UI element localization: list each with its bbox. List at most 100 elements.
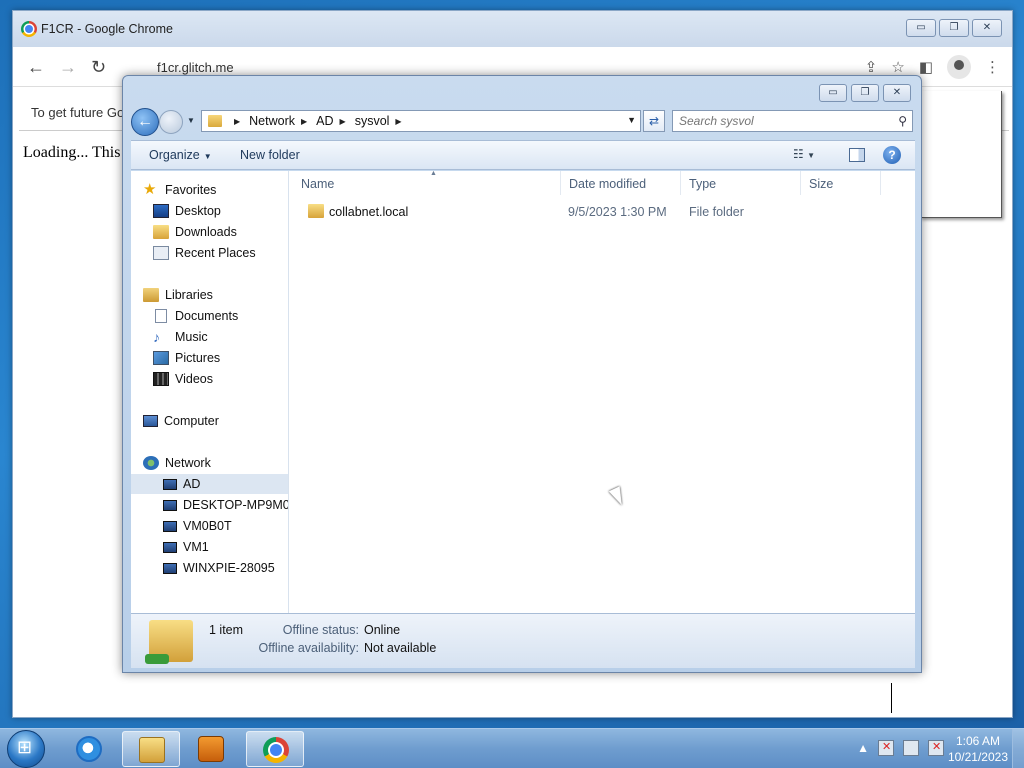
- url-text[interactable]: f1cr.glitch.me: [157, 60, 234, 75]
- computer-icon: [143, 415, 158, 427]
- breadcrumb-label: Network: [249, 114, 295, 128]
- back-arrow-icon[interactable]: ←: [27, 57, 45, 78]
- nav-computer[interactable]: Computer: [143, 411, 219, 431]
- network-tray-icon[interactable]: [903, 740, 919, 756]
- offline-status-value: Online: [364, 623, 401, 637]
- network-computer-icon: [163, 499, 177, 511]
- column-header-name[interactable]: Name ▲: [293, 170, 561, 195]
- nav-network-ad[interactable]: AD: [131, 474, 288, 494]
- volume-muted-icon[interactable]: [928, 740, 944, 756]
- search-input[interactable]: [679, 111, 889, 131]
- offline-availability-label: Offline availability:: [258, 641, 359, 655]
- side-panel-icon[interactable]: ◧: [919, 58, 933, 76]
- nav-label: Pictures: [175, 351, 221, 365]
- nav-recent-places[interactable]: Recent Places: [153, 243, 256, 263]
- chrome-minimize-button[interactable]: ▭: [906, 19, 936, 37]
- share-icon[interactable]: ⇪: [865, 58, 878, 76]
- nav-network-desktop[interactable]: DESKTOP-MP9M0KI: [163, 495, 288, 515]
- taskbar-media-player[interactable]: [182, 731, 240, 767]
- offline-folder-icon: [145, 620, 193, 664]
- explorer-navigation-bar: ← ▼ ▶ Network▶ AD▶ sysvol▶ ▼ ⇄ ⚲: [131, 108, 915, 136]
- nav-videos[interactable]: Videos: [153, 369, 213, 389]
- documents-icon: [155, 309, 167, 323]
- show-desktop-button[interactable]: [1012, 729, 1024, 768]
- taskbar-clock[interactable]: 1:06 AM 10/21/2023: [948, 733, 1008, 765]
- tray-expand-icon[interactable]: ▲: [857, 741, 869, 755]
- chrome-close-button[interactable]: ✕: [972, 19, 1002, 37]
- preview-pane-icon[interactable]: [849, 148, 865, 162]
- action-center-flag-icon[interactable]: [878, 740, 894, 756]
- clock-time: 1:06 AM: [955, 734, 1000, 748]
- navigation-pane: ★ Favorites Desktop Downloads Recent Plac…: [131, 171, 289, 613]
- bookmark-star-icon[interactable]: ☆: [891, 58, 904, 76]
- change-view-button[interactable]: ☷ ▼: [793, 147, 815, 161]
- nav-downloads[interactable]: Downloads: [153, 222, 237, 242]
- column-header-date[interactable]: Date modified: [561, 171, 681, 195]
- forward-arrow-icon[interactable]: →: [59, 57, 77, 78]
- file-name: collabnet.local: [329, 205, 409, 219]
- nav-network[interactable]: Network: [143, 453, 211, 473]
- nav-favorites[interactable]: ★ Favorites: [143, 180, 216, 200]
- taskbar-chrome[interactable]: [246, 731, 304, 767]
- libraries-icon: [143, 288, 159, 302]
- recent-pages-chevron-icon[interactable]: ▼: [187, 116, 195, 125]
- explorer-command-bar: Organize ▼ New folder ☷ ▼ ?: [131, 140, 915, 170]
- folder-icon: [208, 115, 222, 127]
- nav-label: Favorites: [165, 183, 217, 197]
- refresh-button[interactable]: ⇄: [643, 110, 665, 132]
- nav-network-vm1[interactable]: VM1: [163, 537, 209, 557]
- reload-icon[interactable]: ↻: [91, 57, 106, 78]
- new-folder-button[interactable]: New folder: [240, 148, 300, 162]
- nav-documents[interactable]: Documents: [153, 306, 238, 326]
- kebab-menu-icon[interactable]: ⋮: [985, 58, 1000, 76]
- nav-label: VM1: [183, 540, 209, 554]
- forward-button[interactable]: [159, 110, 183, 134]
- column-header-size[interactable]: Size: [801, 171, 881, 195]
- explorer-close-button[interactable]: ✕: [883, 84, 911, 102]
- explorer-maximize-button[interactable]: ❐: [851, 84, 879, 102]
- internet-explorer-icon: [76, 736, 102, 762]
- nav-label: Computer: [164, 414, 219, 428]
- nav-music[interactable]: ♪ Music: [153, 327, 208, 347]
- nav-desktop[interactable]: Desktop: [153, 201, 221, 221]
- address-bar[interactable]: ▶ Network ▶ AD ▶ sysvol ▶ ▼: [201, 110, 641, 132]
- page-loading-text: Loading... This: [23, 144, 121, 161]
- breadcrumb-ad[interactable]: AD ▶: [316, 114, 355, 128]
- nav-libraries[interactable]: Libraries: [143, 285, 213, 305]
- nav-label: Network: [165, 456, 211, 470]
- breadcrumb-sysvol[interactable]: sysvol ▶: [355, 114, 411, 128]
- item-count: 1 item: [209, 623, 244, 637]
- back-button[interactable]: ←: [131, 108, 159, 136]
- taskbar-windows-explorer[interactable]: [122, 731, 180, 767]
- downloads-folder-icon: [153, 225, 169, 239]
- profile-avatar-icon[interactable]: [947, 55, 971, 79]
- file-row[interactable]: collabnet.local 9/5/2023 1:30 PM File fo…: [289, 201, 915, 223]
- explorer-minimize-button[interactable]: ▭: [819, 84, 847, 102]
- clock-date: 10/21/2023: [947, 750, 1008, 764]
- network-computer-icon: [163, 478, 177, 490]
- nav-label: Recent Places: [175, 246, 256, 260]
- nav-label: WINXPIE-28095: [183, 561, 275, 575]
- address-dropdown-icon[interactable]: ▼: [627, 115, 636, 125]
- chevron-down-icon: ▼: [203, 152, 212, 161]
- nav-network-winxpie[interactable]: WINXPIE-28095: [163, 558, 275, 578]
- breadcrumb-chevron-icon[interactable]: ▶: [234, 117, 240, 126]
- breadcrumb-network[interactable]: Network ▶: [249, 114, 316, 128]
- search-icon[interactable]: ⚲: [898, 114, 907, 128]
- help-icon[interactable]: ?: [883, 146, 901, 164]
- search-box[interactable]: ⚲: [672, 110, 913, 132]
- chrome-maximize-button[interactable]: ❐: [939, 19, 969, 37]
- taskbar: ▲ 1:06 AM 10/21/2023: [0, 728, 1024, 768]
- file-date: 9/5/2023 1:30 PM: [568, 205, 667, 219]
- column-header-type[interactable]: Type: [681, 171, 801, 195]
- media-player-icon: [198, 736, 224, 762]
- taskbar-internet-explorer[interactable]: [60, 731, 118, 767]
- nav-pictures[interactable]: Pictures: [153, 348, 220, 368]
- start-button[interactable]: [7, 730, 45, 768]
- chrome-popup: [920, 91, 1002, 218]
- nav-network-vm0b0t[interactable]: VM0B0T: [163, 516, 232, 536]
- organize-menu-button[interactable]: Organize ▼: [149, 148, 212, 162]
- breadcrumb-label: AD: [316, 114, 334, 128]
- network-computer-icon: [163, 562, 177, 574]
- recent-places-icon: [153, 246, 169, 260]
